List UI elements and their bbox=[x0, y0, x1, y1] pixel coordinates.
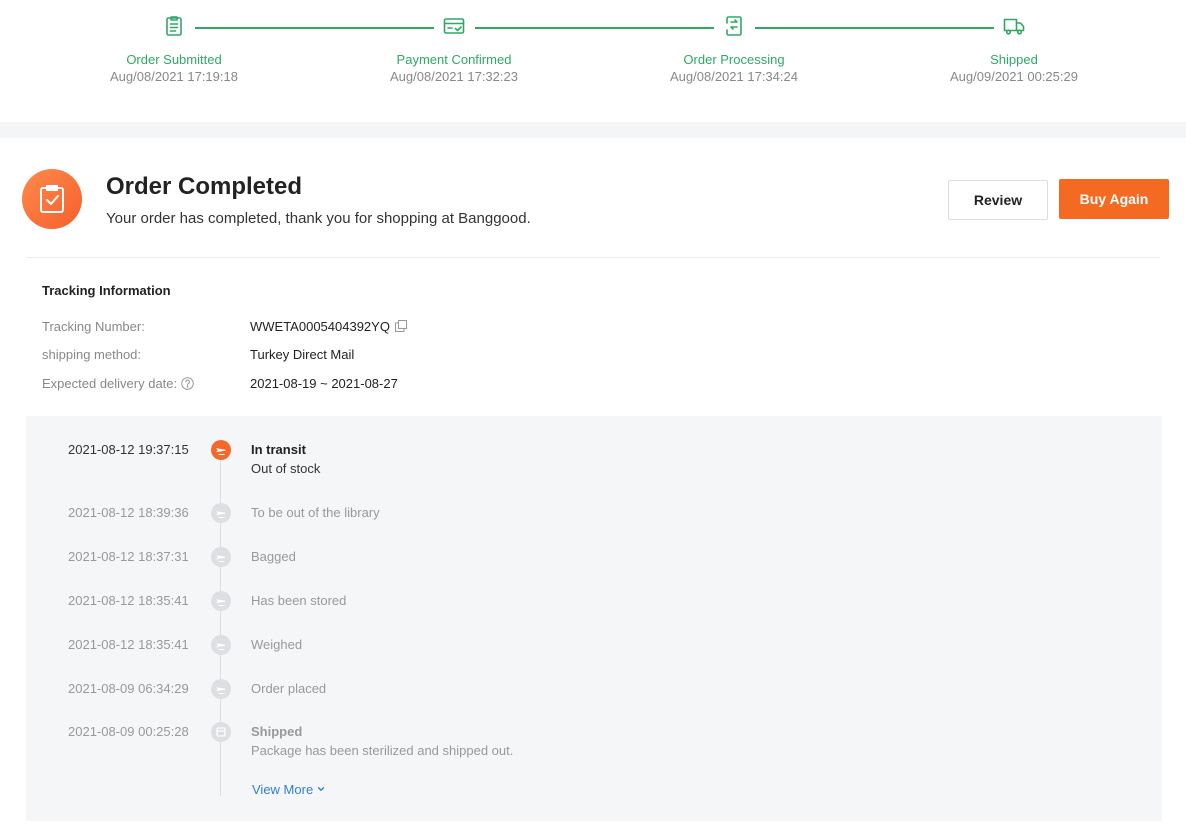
tracking-number-value: WWETA0005404392YQ bbox=[250, 319, 407, 334]
clipboard-list-icon bbox=[160, 12, 188, 40]
buy-again-button[interactable]: Buy Again bbox=[1059, 179, 1169, 219]
credit-card-check-icon bbox=[440, 12, 468, 40]
step-time: Aug/09/2021 00:25:29 bbox=[950, 69, 1078, 84]
tracking-title: Tracking Information bbox=[42, 283, 171, 298]
event-time: 2021-08-12 19:37:15 bbox=[68, 442, 189, 457]
plane-icon bbox=[211, 679, 231, 699]
step-time: Aug/08/2021 17:34:24 bbox=[670, 69, 798, 84]
event-status: Order placed bbox=[251, 681, 327, 696]
plane-icon bbox=[211, 547, 231, 567]
plane-icon bbox=[211, 591, 231, 611]
shipping-method-label: shipping method: bbox=[42, 347, 142, 362]
event-status: To be out of the library bbox=[251, 505, 380, 520]
event-status: Shipped bbox=[251, 724, 303, 739]
delivery-date-label-text: Expected delivery date: bbox=[42, 376, 178, 391]
view-more-link[interactable]: View More bbox=[252, 782, 326, 797]
event-status: Has been stored bbox=[251, 593, 347, 608]
event-desc: Out of stock bbox=[251, 461, 321, 476]
event-status: Bagged bbox=[251, 549, 296, 564]
event-time: 2021-08-09 00:25:28 bbox=[68, 724, 189, 739]
timeline-line bbox=[220, 450, 221, 796]
tracking-number: WWETA0005404392YQ bbox=[250, 319, 390, 334]
step-name: Order Submitted bbox=[126, 52, 222, 67]
event-time: 2021-08-12 18:35:41 bbox=[68, 637, 189, 652]
event-status: In transit bbox=[251, 442, 306, 457]
step-time: Aug/08/2021 17:32:23 bbox=[390, 69, 518, 84]
order-status-subtitle: Your order has completed, thank you for … bbox=[106, 210, 531, 227]
clipboard-check-icon bbox=[22, 169, 82, 229]
event-desc: Package has been sterilized and shipped … bbox=[251, 743, 514, 758]
order-status-title: Order Completed bbox=[106, 173, 303, 200]
step-order-submitted: Order Submitted Aug/08/2021 17:19:18 bbox=[74, 12, 274, 85]
event-time: 2021-08-12 18:35:41 bbox=[68, 593, 189, 608]
box-icon bbox=[211, 722, 231, 742]
step-name: Shipped bbox=[990, 52, 1038, 67]
event-status: Weighed bbox=[251, 637, 303, 652]
event-time: 2021-08-12 18:37:31 bbox=[68, 549, 189, 564]
step-name: Order Processing bbox=[683, 52, 785, 67]
tracking-timeline: 2021-08-12 19:37:15 In transit Out of st… bbox=[26, 416, 1162, 821]
plane-icon bbox=[211, 635, 231, 655]
truck-icon bbox=[1000, 12, 1028, 40]
copy-icon[interactable] bbox=[394, 320, 407, 332]
delivery-date-label: Expected delivery date: bbox=[42, 376, 194, 391]
order-progress: Order Submitted Aug/08/2021 17:19:18 Pay… bbox=[0, 0, 1186, 122]
shipping-method-value: Turkey Direct Mail bbox=[250, 347, 355, 362]
event-time: 2021-08-09 06:34:29 bbox=[68, 681, 189, 696]
tracking-information: Tracking Information Tracking Number: WW… bbox=[0, 258, 1186, 416]
section-separator bbox=[0, 122, 1186, 138]
order-status-header: Order Completed Your order has completed… bbox=[0, 138, 1186, 258]
step-time: Aug/08/2021 17:19:18 bbox=[110, 69, 238, 84]
processing-arrows-icon bbox=[720, 12, 748, 40]
step-name: Payment Confirmed bbox=[396, 52, 512, 67]
step-shipped: Shipped Aug/09/2021 00:25:29 bbox=[914, 12, 1114, 85]
delivery-date-value: 2021-08-19 ~ 2021-08-27 bbox=[250, 376, 398, 391]
event-time: 2021-08-12 18:39:36 bbox=[68, 505, 189, 520]
view-more-label: View More bbox=[252, 782, 314, 797]
review-button[interactable]: Review bbox=[948, 180, 1048, 220]
chevron-down-icon bbox=[317, 787, 325, 791]
plane-icon bbox=[211, 503, 231, 523]
step-payment-confirmed: Payment Confirmed Aug/08/2021 17:32:23 bbox=[354, 12, 554, 85]
plane-icon bbox=[211, 440, 231, 460]
question-circle-icon[interactable] bbox=[181, 377, 194, 390]
tracking-number-label: Tracking Number: bbox=[42, 319, 145, 334]
step-order-processing: Order Processing Aug/08/2021 17:34:24 bbox=[634, 12, 834, 85]
